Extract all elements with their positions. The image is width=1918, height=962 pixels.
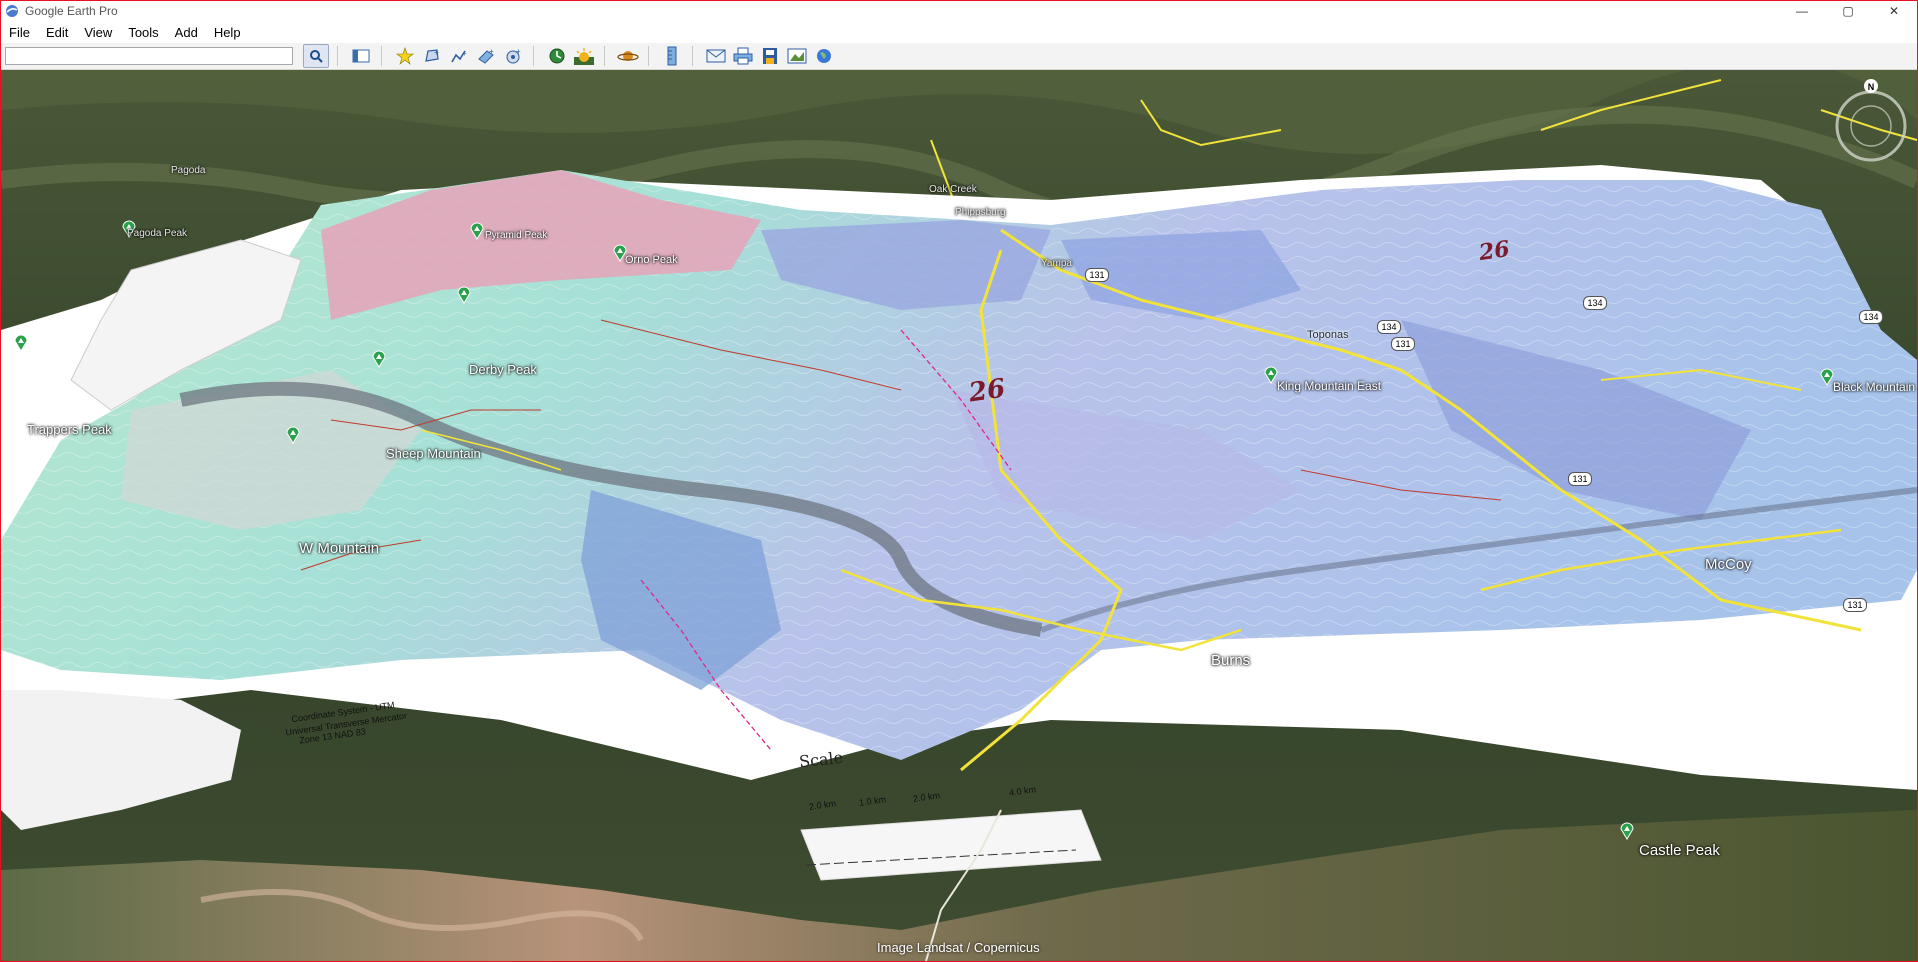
placemark-pin-icon[interactable]: [13, 332, 29, 352]
placemark-pin-icon[interactable]: [1619, 820, 1635, 840]
route-shield: 131: [1568, 472, 1592, 486]
placemark-icon: [396, 47, 414, 65]
print-button[interactable]: [731, 45, 755, 67]
svg-text:+: +: [516, 47, 521, 56]
email-icon: [706, 49, 726, 63]
toolbar-separator: [604, 46, 605, 66]
place-label-black-mountain[interactable]: Black Mountain: [1833, 380, 1915, 394]
toolbar-separator: [533, 46, 534, 66]
menu-edit[interactable]: Edit: [38, 25, 76, 40]
navigation-compass[interactable]: N: [1833, 76, 1909, 166]
place-label-oak-creek[interactable]: Oak Creek: [929, 184, 977, 195]
sidebar-toggle-button[interactable]: [349, 45, 373, 67]
placemark-pin-icon[interactable]: [456, 284, 472, 304]
planets-button[interactable]: [616, 45, 640, 67]
route-shield: 134: [1583, 296, 1607, 310]
polygon-icon: +: [425, 48, 439, 62]
search-input[interactable]: [5, 47, 293, 65]
route-shield: 131: [1085, 268, 1109, 282]
planets-icon: [617, 51, 639, 61]
tour-icon: +: [506, 47, 521, 64]
place-label-sheep-mountain[interactable]: Sheep Mountain: [386, 446, 481, 461]
place-label-toponas[interactable]: Toponas: [1307, 329, 1349, 341]
add-placemark-button[interactable]: [393, 45, 417, 67]
place-label-castle-peak[interactable]: Castle Peak: [1639, 842, 1720, 859]
placemark-pin-icon[interactable]: [371, 348, 387, 368]
toolbar-separator: [692, 46, 693, 66]
menu-add[interactable]: Add: [167, 25, 206, 40]
svg-text:+: +: [434, 48, 439, 57]
place-label-derby-peak[interactable]: Derby Peak: [469, 362, 537, 377]
google-earth-app-icon: [6, 5, 18, 17]
search-button[interactable]: [303, 44, 329, 68]
place-label-pagoda[interactable]: Pagoda: [171, 165, 205, 176]
place-label-yampa[interactable]: Yampa: [1041, 258, 1072, 269]
email-button[interactable]: [704, 45, 728, 67]
placemark-pin-icon[interactable]: [469, 220, 485, 240]
path-icon: +: [451, 49, 467, 63]
compass-north-label: N: [1868, 82, 1875, 92]
route-shield: 131: [1843, 598, 1867, 612]
sunlight-button[interactable]: [572, 45, 596, 67]
historical-imagery-button[interactable]: [545, 45, 569, 67]
place-label-trappers-peak[interactable]: Trappers Peak: [27, 422, 112, 437]
toolbar-separator: [337, 46, 338, 66]
record-tour-button[interactable]: +: [501, 45, 525, 67]
window-title: Google Earth Pro: [25, 4, 118, 18]
imagery-attribution: Image Landsat / Copernicus: [877, 940, 1040, 955]
add-image-overlay-button[interactable]: +: [474, 45, 498, 67]
toolbar-separator: [381, 46, 382, 66]
ruler-icon: [667, 46, 677, 66]
maximize-button[interactable]: ▢: [1825, 1, 1871, 21]
map-viewport[interactable]: N Image Landsat / Copernicus 26 26 Scale…: [1, 70, 1917, 961]
sidebar-toggle-icon: [352, 49, 370, 63]
sunlight-icon: [574, 48, 594, 65]
map-number-label: 26: [967, 373, 1008, 409]
add-path-button[interactable]: +: [447, 45, 471, 67]
window-controls: — ▢ ✕: [1779, 1, 1917, 21]
route-shield: 134: [1377, 320, 1401, 334]
place-label-king-mountain-east[interactable]: King Mountain East: [1277, 379, 1381, 393]
svg-text:+: +: [489, 47, 494, 56]
print-icon: [733, 47, 753, 65]
placemark-pin-icon[interactable]: [285, 424, 301, 444]
image-overlay-icon: +: [478, 47, 494, 64]
search-icon: [310, 50, 323, 63]
route-shield: 131: [1391, 337, 1415, 351]
menu-bar: File Edit View Tools Add Help: [1, 21, 1917, 43]
map-number-label: 26: [1477, 235, 1512, 267]
place-label-w-mountain[interactable]: W Mountain: [299, 540, 379, 557]
menu-view[interactable]: View: [76, 25, 120, 40]
ruler-button[interactable]: [660, 45, 684, 67]
view-in-maps-icon: [787, 48, 807, 64]
view-in-maps-button[interactable]: [785, 45, 809, 67]
place-label-phippsburg[interactable]: Phippsburg: [955, 207, 1006, 218]
menu-tools[interactable]: Tools: [120, 25, 166, 40]
historical-imagery-icon: [549, 48, 565, 64]
svg-text:+: +: [462, 49, 467, 58]
add-polygon-button[interactable]: +: [420, 45, 444, 67]
earth-button[interactable]: [812, 45, 836, 67]
place-label-burns[interactable]: Burns: [1211, 652, 1250, 669]
minimize-button[interactable]: —: [1779, 1, 1825, 21]
place-label-orno-peak[interactable]: Orno Peak: [625, 254, 678, 266]
menu-help[interactable]: Help: [206, 25, 249, 40]
toolbar-separator: [648, 46, 649, 66]
title-bar: Google Earth Pro — ▢ ✕: [1, 1, 1917, 21]
menu-file[interactable]: File: [1, 25, 38, 40]
route-shield: 134: [1859, 310, 1883, 324]
save-image-button[interactable]: [758, 45, 782, 67]
earth-icon: [817, 49, 831, 63]
place-label-pagoda-peak[interactable]: Pagoda Peak: [127, 228, 187, 239]
place-label-mccoy[interactable]: McCoy: [1705, 556, 1752, 573]
toolbar: + + + +: [1, 43, 1917, 70]
google-earth-window: Google Earth Pro — ▢ ✕ File Edit View To…: [0, 0, 1918, 962]
close-button[interactable]: ✕: [1871, 1, 1917, 21]
place-label-pyramid-peak[interactable]: Pyramid Peak: [485, 230, 547, 241]
save-image-icon: [763, 48, 777, 64]
